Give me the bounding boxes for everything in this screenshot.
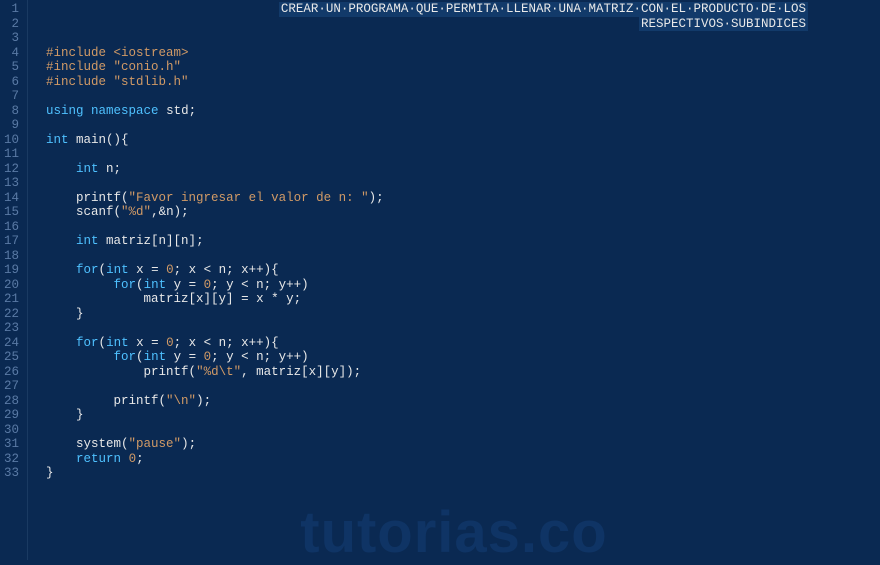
line-number: 24 [4,336,19,351]
code-line: for(int x = 0; x < n; x++){ [46,263,880,278]
code-line: #include "stdlib.h" [46,75,880,90]
line-number-gutter: 1234567891011121314151617181920212223242… [0,0,28,560]
code-lines: #include <iostream> #include "conio.h" #… [46,2,880,481]
code-line: for(int y = 0; y < n; y++) [46,278,880,293]
line-number: 3 [4,31,19,46]
line-number: 1 [4,2,19,17]
line-number: 6 [4,75,19,90]
code-line: #include "conio.h" [46,60,880,75]
line-number: 25 [4,350,19,365]
line-number: 32 [4,452,19,467]
code-line: for(int x = 0; x < n; x++){ [46,336,880,351]
line-number: 20 [4,278,19,293]
line-number: 14 [4,191,19,206]
code-line: scanf("%d",&n); [46,205,880,220]
line-number: 23 [4,321,19,336]
code-area[interactable]: CREAR·UN·PROGRAMA·QUE·PERMITA·LLENAR·UNA… [28,0,880,560]
code-line: printf("%d\t", matriz[x][y]); [46,365,880,380]
line-number: 33 [4,466,19,481]
code-line [46,249,880,264]
code-line: int matriz[n][n]; [46,234,880,249]
code-line [46,423,880,438]
line-number: 19 [4,263,19,278]
code-line [46,147,880,162]
code-line: printf("Favor ingresar el valor de n: ")… [46,191,880,206]
line-number: 27 [4,379,19,394]
line-number: 5 [4,60,19,75]
line-number: 30 [4,423,19,438]
line-number: 13 [4,176,19,191]
line-number: 18 [4,249,19,264]
line-number: 28 [4,394,19,409]
line-number: 15 [4,205,19,220]
line-number: 12 [4,162,19,177]
code-line: } [46,307,880,322]
line-number: 10 [4,133,19,148]
line-number: 29 [4,408,19,423]
line-number: 22 [4,307,19,322]
code-line: return 0; [46,452,880,467]
code-line [46,220,880,235]
code-line: int n; [46,162,880,177]
code-line [46,31,880,46]
code-line: using namespace std; [46,104,880,119]
code-editor[interactable]: 1234567891011121314151617181920212223242… [0,0,880,560]
code-line [46,89,880,104]
code-line [46,379,880,394]
code-line: } [46,466,880,481]
code-line: system("pause"); [46,437,880,452]
watermark-text: tutorias.co [300,526,608,541]
code-line: } [46,408,880,423]
code-line: printf("\n"); [46,394,880,409]
line-number: 17 [4,234,19,249]
line-number: 4 [4,46,19,61]
line-number: 21 [4,292,19,307]
code-line: for(int y = 0; y < n; y++) [46,350,880,365]
code-line [46,118,880,133]
line-number: 31 [4,437,19,452]
code-line [46,321,880,336]
line-number: 26 [4,365,19,380]
line-number: 7 [4,89,19,104]
code-line: matriz[x][y] = x * y; [46,292,880,307]
line-number: 8 [4,104,19,119]
code-line [46,2,880,17]
code-line [46,17,880,32]
code-line: int main(){ [46,133,880,148]
code-line [46,176,880,191]
code-line: #include <iostream> [46,46,880,61]
line-number: 16 [4,220,19,235]
line-number: 11 [4,147,19,162]
line-number: 2 [4,17,19,32]
line-number: 9 [4,118,19,133]
